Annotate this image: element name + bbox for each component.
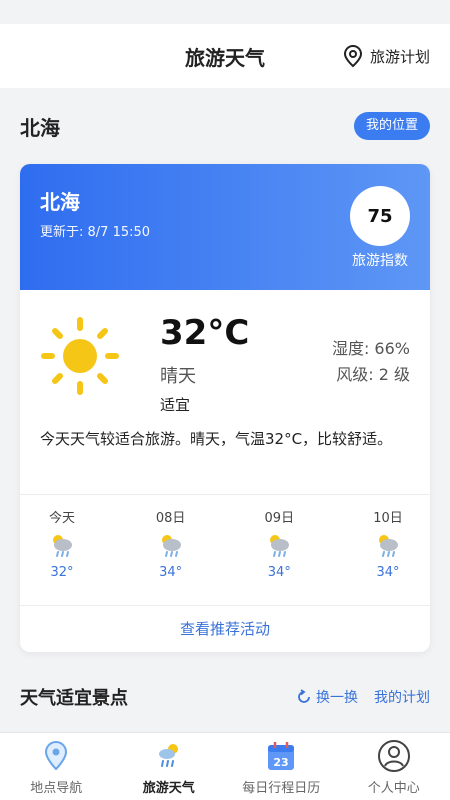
spots-header: 天气适宜景点 换一换 我的计划 <box>0 652 450 742</box>
cloud-rain-icon <box>161 535 181 557</box>
forecast-day: 10日 <box>373 511 403 526</box>
cloud-rain-icon <box>270 535 290 557</box>
travel-plan-label: 旅游计划 <box>369 47 430 66</box>
recommended-activities-link[interactable]: 查看推荐活动 <box>20 606 430 652</box>
weather-condition: 晴天 <box>160 366 196 387</box>
forecast-temp: 34° <box>376 565 400 580</box>
bottom-tab-bar: 地点导航 旅游天气 23 每日行程日历 个人中心 <box>0 732 450 800</box>
forecast-day: 今天 <box>48 511 75 526</box>
current-temperature: 32°C <box>160 313 250 353</box>
humidity: 湿度: 66% <box>331 339 410 358</box>
refresh-label: 换一换 <box>316 690 358 706</box>
wind-level: 风级: 2 级 <box>336 365 410 384</box>
calendar-icon: 23 <box>268 742 295 770</box>
tab-label: 每日行程日历 <box>242 781 321 796</box>
travel-plan-link[interactable]: 旅游计划 <box>342 24 430 88</box>
forecast-temp: 34° <box>267 565 291 580</box>
top-header: 旅游天气 旅游计划 <box>0 24 450 88</box>
forecast-item: 08日 34° <box>149 507 193 605</box>
spots-title: 天气适宜景点 <box>20 688 128 709</box>
page-title: 旅游天气 <box>185 45 265 70</box>
forecast-day: 09日 <box>264 511 295 526</box>
user-icon <box>377 740 410 772</box>
travel-suitability: 适宜 <box>160 396 191 414</box>
forecast-item: 今天 32° <box>40 507 84 605</box>
cloud-rain-icon <box>53 535 72 557</box>
refresh-icon <box>298 689 310 703</box>
current-weather: 32°C 晴天 适宜 湿度: 66% 风级: 2 级 <box>20 290 430 414</box>
my-plan-link[interactable]: 我的计划 <box>374 687 430 707</box>
forecast-list: 今天 32° 08日 34° 09日 34° 10日 34° <box>20 495 430 605</box>
tab-label: 个人中心 <box>367 781 420 796</box>
refresh-button[interactable]: 换一换 <box>296 687 358 707</box>
sun-icon <box>41 317 119 395</box>
travel-index-label: 旅游指数 <box>352 253 408 269</box>
my-location-button[interactable]: 我的位置 <box>353 112 430 140</box>
tab-label: 地点导航 <box>30 781 83 796</box>
calendar-day-number: 23 <box>274 756 289 769</box>
status-strip <box>0 0 450 24</box>
forecast-day: 08日 <box>155 511 186 526</box>
weather-icon <box>158 744 178 767</box>
weather-card-header: 北海 更新于: 8/7 15:50 75 旅游指数 <box>20 164 430 290</box>
weather-card: 北海 更新于: 8/7 15:50 75 旅游指数 32°C 晴天 适宜 湿度:… <box>20 164 430 652</box>
tab-personal-center[interactable]: 个人中心 <box>338 733 450 800</box>
current-city: 北海 <box>20 115 60 140</box>
forecast-item: 09日 34° <box>257 507 301 605</box>
weather-description: 今天天气较适合旅游。晴天，气温32°C，比较舒适。 <box>40 430 393 448</box>
tab-location-nav[interactable]: 地点导航 <box>0 733 113 800</box>
cloud-rain-icon <box>378 535 398 557</box>
forecast-temp: 32° <box>50 565 74 580</box>
location-pin-icon <box>343 44 362 68</box>
forecast-temp: 34° <box>159 565 183 580</box>
map-pin-icon <box>45 740 68 771</box>
location-row: 北海 我的位置 <box>0 88 450 164</box>
forecast-item: 10日 34° <box>366 507 410 605</box>
travel-index-value: 75 <box>350 186 410 246</box>
tab-daily-calendar[interactable]: 23 每日行程日历 <box>225 733 338 800</box>
tab-label: 旅游天气 <box>142 781 195 796</box>
tab-travel-weather[interactable]: 旅游天气 <box>113 733 226 800</box>
